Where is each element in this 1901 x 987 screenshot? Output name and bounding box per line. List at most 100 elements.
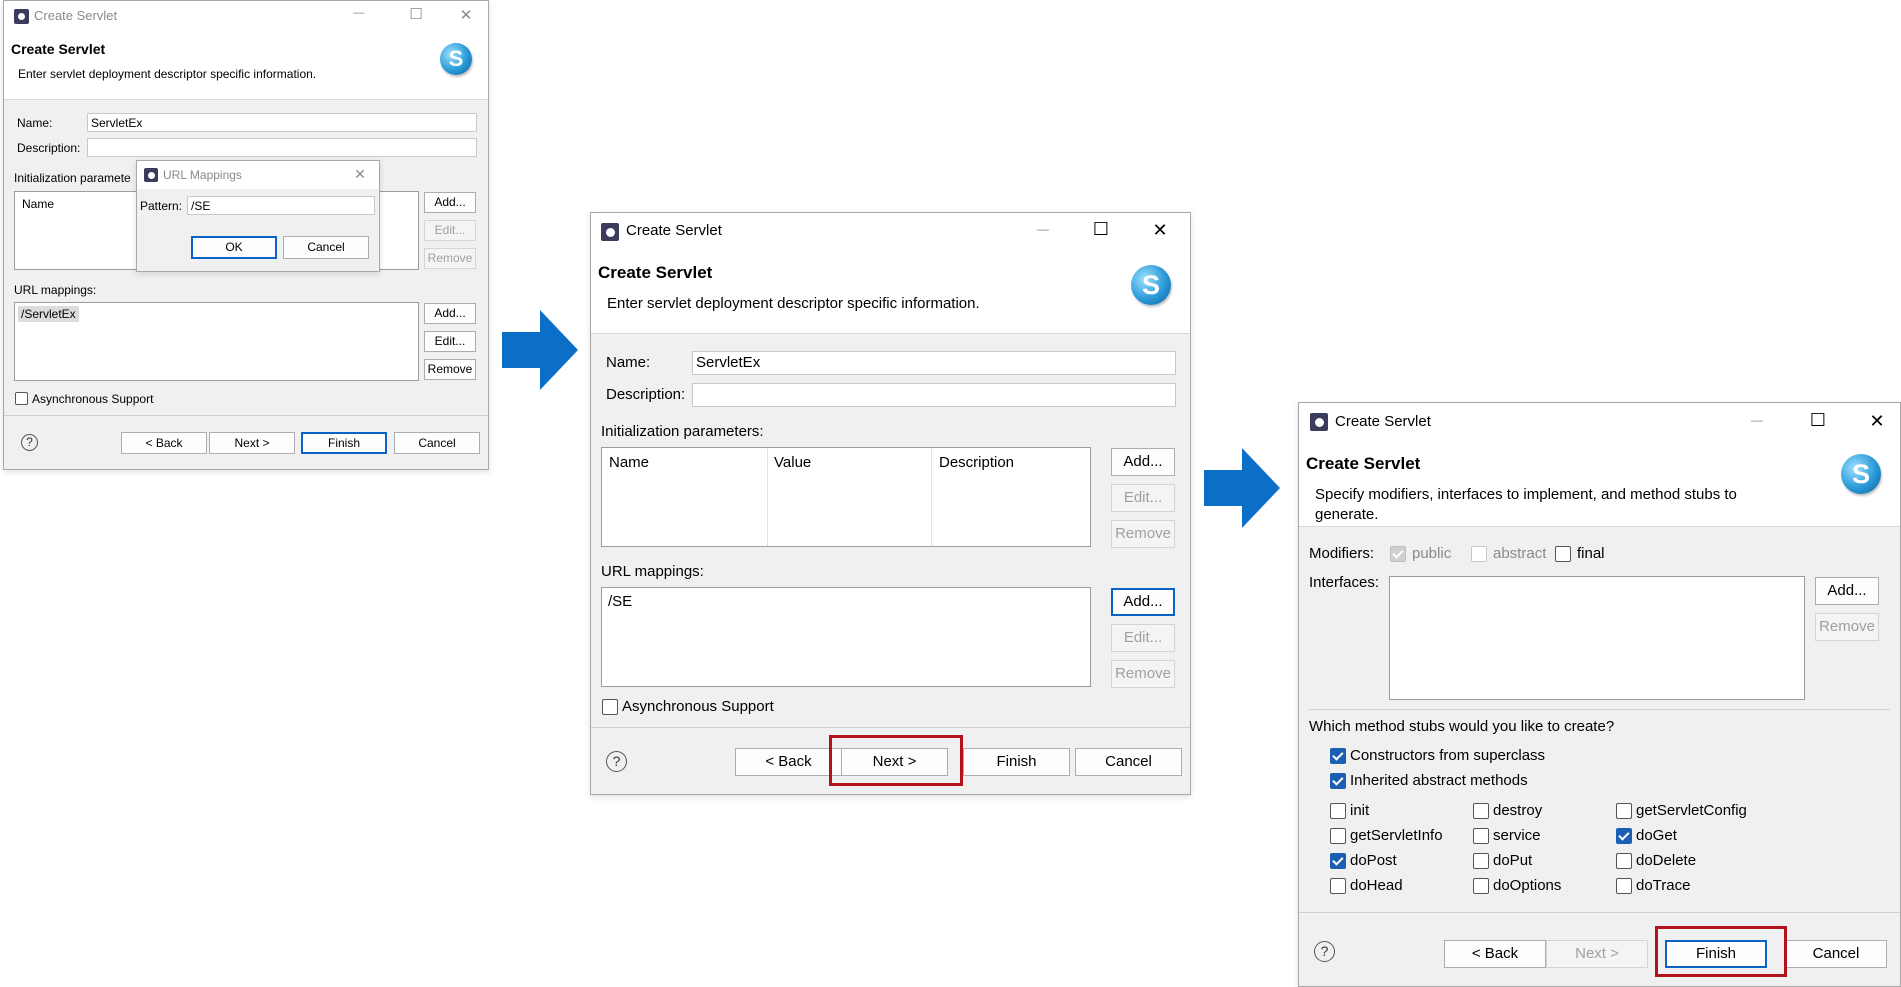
inherited-abstract-checkbox[interactable] [1330,773,1346,789]
minimize-icon[interactable]: — [1031,222,1055,236]
dopost-checkbox[interactable] [1330,853,1346,869]
dodelete-label: doDelete [1636,852,1697,869]
url-mapping-item[interactable]: /SE [608,593,632,610]
add-init-param-button[interactable]: Add... [1111,448,1175,476]
destroy-checkbox[interactable] [1473,803,1489,819]
edit-init-param-button[interactable]: Edit... [424,220,476,241]
add-url-mapping-button[interactable]: Add... [1111,588,1175,616]
remove-url-mapping-button[interactable]: Remove [424,359,476,380]
init-params-label: Initialization parameters: [601,423,764,440]
remove-interface-button[interactable]: Remove [1815,613,1879,641]
next-button[interactable]: Next > [1546,940,1648,968]
help-icon[interactable]: ? [606,751,627,772]
maximize-icon[interactable]: ☐ [406,5,426,23]
window-title: Create Servlet [626,222,722,239]
next-button[interactable]: Next > [209,432,295,454]
dodelete-checkbox[interactable] [1616,853,1632,869]
minimize-icon[interactable]: — [349,7,369,19]
maximize-icon[interactable]: ☐ [1089,219,1113,240]
async-support-checkbox[interactable] [602,699,618,715]
abstract-checkbox[interactable] [1471,546,1487,562]
getservletinfo-checkbox[interactable] [1330,828,1346,844]
finish-button[interactable]: Finish [301,432,387,454]
pattern-input[interactable]: /SE [187,196,375,215]
service-checkbox[interactable] [1473,828,1489,844]
dotrace-label: doTrace [1636,877,1691,894]
close-icon[interactable]: ✕ [1865,411,1889,432]
doget-checkbox[interactable] [1616,828,1632,844]
remove-init-param-button[interactable]: Remove [424,248,476,269]
eclipse-app-icon [14,9,29,24]
remove-init-param-button[interactable]: Remove [1111,520,1175,548]
eclipse-app-icon [601,223,619,241]
add-interface-button[interactable]: Add... [1815,577,1879,605]
getservletconfig-checkbox[interactable] [1616,803,1632,819]
dohead-checkbox[interactable] [1330,878,1346,894]
method-stubs-question: Which method stubs would you like to cre… [1309,718,1615,735]
init-checkbox[interactable] [1330,803,1346,819]
eclipse-app-icon [144,168,158,182]
doput-label: doPut [1493,852,1533,869]
init-params-label: Initialization paramete [14,171,131,185]
popup-ok-button[interactable]: OK [191,236,277,259]
name-input[interactable]: ServletEx [87,113,477,132]
remove-url-mapping-button[interactable]: Remove [1111,660,1175,688]
abstract-label: abstract [1493,545,1547,562]
close-icon[interactable]: ✕ [456,6,476,24]
async-support-label: Asynchronous Support [32,392,154,406]
description-input[interactable] [692,383,1176,407]
url-mappings-list[interactable]: /SE [601,587,1091,687]
url-mappings-popup: URL Mappings ✕ Pattern: /SE OK Cancel [136,160,380,272]
description-input[interactable] [87,138,477,157]
cancel-button[interactable]: Cancel [1785,940,1887,968]
column-header-description: Description [939,454,1015,471]
doput-checkbox[interactable] [1473,853,1489,869]
url-mapping-item[interactable]: /ServletEx [18,306,79,322]
edit-init-param-button[interactable]: Edit... [1111,484,1175,512]
servlet-logo-icon: S [1131,265,1171,305]
constructors-checkbox[interactable] [1330,748,1346,764]
url-mappings-label: URL mappings: [601,563,704,580]
pattern-label: Pattern: [140,199,183,213]
doget-label: doGet [1636,827,1677,844]
close-icon[interactable]: ✕ [1148,220,1172,241]
getservletinfo-label: getServletInfo [1350,827,1443,844]
async-support-label: Asynchronous Support [622,698,774,715]
dialog-step2: Create Servlet — ☐ ✕ Create Servlet Ente… [590,212,1191,795]
edit-url-mapping-button[interactable]: Edit... [424,331,476,352]
popup-close-icon[interactable]: ✕ [351,166,369,183]
public-checkbox[interactable] [1390,546,1406,562]
column-header-value: Value [774,454,812,471]
async-support-checkbox[interactable] [15,392,28,405]
add-url-mapping-button[interactable]: Add... [424,303,476,324]
interfaces-list[interactable] [1389,576,1805,700]
back-button[interactable]: < Back [735,748,842,776]
dotrace-checkbox[interactable] [1616,878,1632,894]
finish-button[interactable]: Finish [963,748,1070,776]
finish-button-highlight [1655,926,1787,977]
maximize-icon[interactable]: ☐ [1806,410,1830,431]
back-button[interactable]: < Back [1444,940,1546,968]
init-params-table[interactable]: Name Value Description [601,447,1091,547]
back-button[interactable]: < Back [121,432,207,454]
name-input[interactable]: ServletEx [692,351,1176,375]
public-label: public [1412,545,1452,562]
dohead-label: doHead [1350,877,1403,894]
cancel-button[interactable]: Cancel [394,432,480,454]
popup-titlebar: URL Mappings ✕ [137,161,379,189]
cancel-button[interactable]: Cancel [1075,748,1182,776]
final-checkbox[interactable] [1555,546,1571,562]
servlet-logo-icon: S [1841,454,1881,494]
minimize-icon[interactable]: — [1745,413,1769,427]
popup-cancel-button[interactable]: Cancel [283,236,369,259]
help-icon[interactable]: ? [21,434,38,451]
arrow-right-icon [502,310,578,390]
window-title: Create Servlet [34,8,118,23]
titlebar: Create Servlet — ☐ ✕ [4,1,488,31]
add-init-param-button[interactable]: Add... [424,192,476,213]
edit-url-mapping-button[interactable]: Edit... [1111,624,1175,652]
dooptions-checkbox[interactable] [1473,878,1489,894]
destroy-label: destroy [1493,802,1543,819]
help-icon[interactable]: ? [1314,941,1335,962]
url-mappings-list[interactable]: /ServletEx [14,302,419,381]
